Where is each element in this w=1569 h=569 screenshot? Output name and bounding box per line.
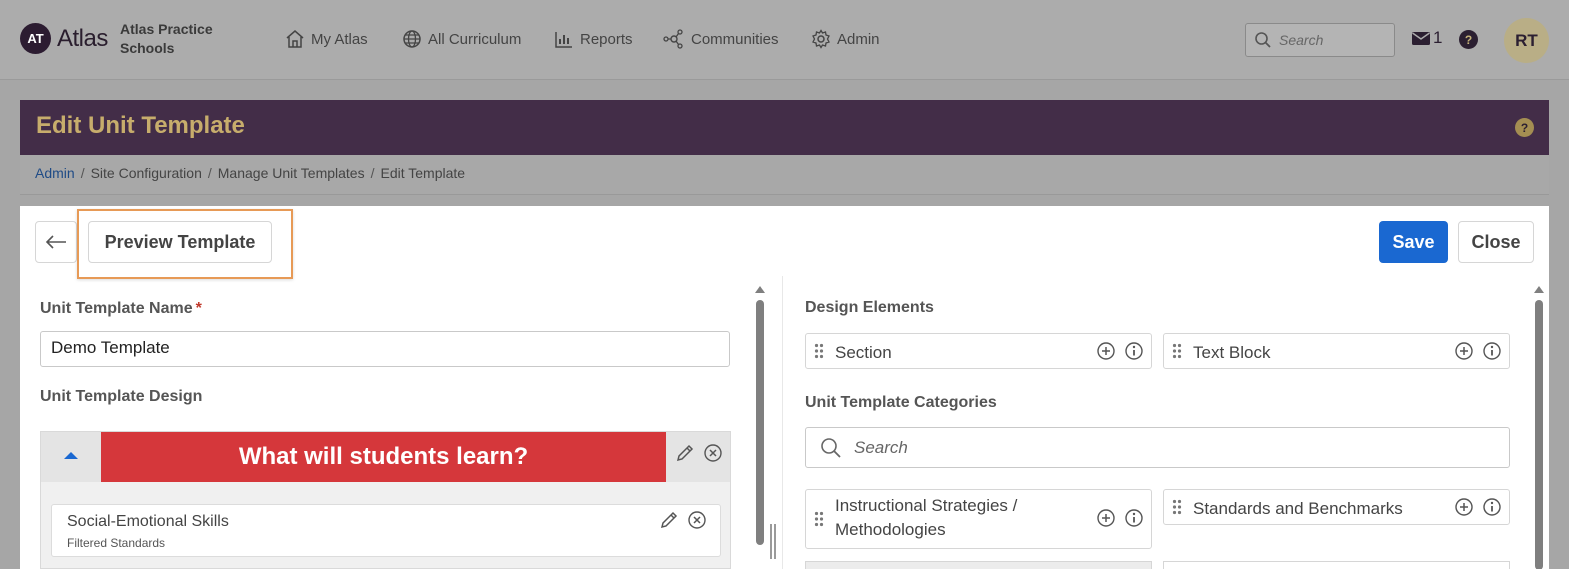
search-placeholder: Search [854,438,908,457]
category-instructional-strategies[interactable]: Instructional Strategies / Methodologies [805,489,1152,549]
nav-communities[interactable]: Communities [663,28,779,50]
card-title: Social-Emotional Skills [67,513,229,530]
info-icon[interactable] [1124,508,1144,528]
search-placeholder: Search [1279,32,1324,48]
template-name-input[interactable]: Demo Template [40,331,730,367]
scroll-up-arrow-icon[interactable] [1534,286,1544,293]
remove-circle-icon[interactable] [703,443,723,463]
network-icon [663,29,683,49]
nav-label: Reports [580,30,633,48]
search-icon [821,438,841,458]
arrow-left-icon [45,235,66,249]
nav-label: Communities [691,30,779,48]
back-button[interactable] [35,221,77,263]
template-categories-label: Unit Template Categories [805,394,997,411]
nav-label: Admin [837,30,880,48]
breadcrumb-item: Manage Unit Templates [217,165,365,181]
design-element-text-block[interactable]: Text Block [1163,333,1510,369]
categories-search-input[interactable]: Search [805,427,1510,468]
global-search-input[interactable]: Search [1245,23,1395,57]
nav-label: My Atlas [311,30,368,48]
right-scrollbar[interactable] [1533,284,1545,569]
pencil-icon[interactable] [659,510,679,530]
card-subtitle: Filtered Standards [67,536,166,550]
gear-icon [812,29,830,49]
design-element-section[interactable]: Section [805,333,1152,369]
scrollbar-thumb[interactable] [1535,300,1543,569]
info-icon[interactable] [1482,341,1502,361]
preview-template-button[interactable]: Preview Template [88,221,272,263]
breadcrumb-admin-link[interactable]: Admin [35,165,75,181]
category-label: Standards and Benchmarks [1193,499,1403,518]
info-icon[interactable] [1482,497,1502,517]
category-label: Instructional Strategies / Methodologies [835,496,1018,539]
breadcrumb-item: Edit Template [380,165,466,181]
remove-circle-icon[interactable] [687,510,707,530]
breadcrumb: Admin / Site Configuration / Manage Unit Tem… [20,155,1549,195]
top-navigation: AT Atlas Atlas Practice Schools My Atlas… [0,0,1569,80]
help-icon[interactable]: ? [1459,30,1478,49]
bar-chart-icon [555,32,572,48]
scrollbar-thumb[interactable] [756,300,764,545]
design-section: What will students learn? Social-Emotion… [40,431,731,569]
add-circle-icon[interactable] [1454,497,1474,517]
search-icon [1255,32,1271,48]
atlas-logo[interactable]: AT Atlas [20,23,108,54]
nav-reports[interactable]: Reports [554,28,633,50]
template-name-label: Unit Template Name * [40,300,202,317]
drag-handle-icon[interactable] [814,343,824,359]
section-header: What will students learn? [41,432,730,482]
template-design-label: Unit Template Design [40,388,203,405]
nav-admin[interactable]: Admin [811,28,880,50]
editor-panel: Preview Template Save Close Unit Templat… [20,206,1549,569]
user-avatar[interactable]: RT [1504,18,1549,63]
school-name: Atlas Practice Schools [120,21,213,56]
drag-handle-icon[interactable] [814,511,824,527]
envelope-icon [1412,32,1430,45]
pencil-icon[interactable] [675,443,695,463]
save-button[interactable]: Save [1379,221,1448,263]
column-resize-handle[interactable] [770,524,776,559]
section-title[interactable]: What will students learn? [101,432,666,482]
category-card[interactable]: Social-Emotional Skills Filtered Standar… [51,504,721,557]
category-standards-benchmarks[interactable]: Standards and Benchmarks [1163,489,1510,525]
scroll-up-arrow-icon[interactable] [755,286,765,293]
drag-handle-icon[interactable] [1172,499,1182,515]
nav-all-curriculum[interactable]: All Curriculum [402,28,521,50]
nav-label: All Curriculum [428,30,522,48]
column-divider [782,276,783,569]
required-asterisk: * [195,300,202,317]
element-label: Text Block [1193,343,1271,362]
messages-button[interactable]: 1 [1411,28,1442,48]
left-scrollbar[interactable] [754,284,766,569]
nav-my-atlas[interactable]: My Atlas [285,28,368,50]
logo-badge: AT [20,23,51,54]
category-chip-partial[interactable] [1163,561,1510,569]
home-icon [286,30,304,48]
breadcrumb-item: Site Configuration [90,165,202,181]
page-title: Edit Unit Template [36,112,245,139]
close-button[interactable]: Close [1458,221,1534,263]
collapse-caret-icon[interactable] [64,452,78,459]
logo-wordmark: Atlas [57,24,108,52]
category-chip-partial[interactable] [805,561,1152,569]
element-label: Section [835,343,892,362]
messages-count: 1 [1433,28,1443,47]
page-help-icon[interactable]: ? [1515,118,1534,137]
drag-handle-icon[interactable] [1172,343,1182,359]
design-elements-label: Design Elements [805,299,934,316]
add-circle-icon[interactable] [1096,341,1116,361]
page-header: Edit Unit Template ? [20,100,1549,155]
globe-icon [403,30,421,48]
add-circle-icon[interactable] [1096,508,1116,528]
add-circle-icon[interactable] [1454,341,1474,361]
info-icon[interactable] [1124,341,1144,361]
